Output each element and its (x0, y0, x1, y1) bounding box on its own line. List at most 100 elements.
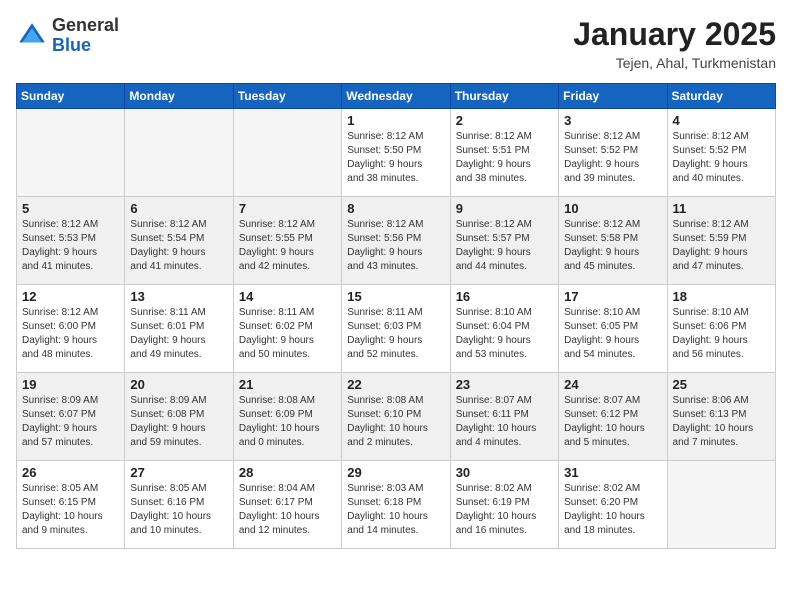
logo-icon (16, 20, 48, 52)
calendar-day-3: 3Sunrise: 8:12 AM Sunset: 5:52 PM Daylig… (559, 109, 667, 197)
calendar-day-20: 20Sunrise: 8:09 AM Sunset: 6:08 PM Dayli… (125, 373, 233, 461)
calendar-day-12: 12 Sunrise: 8:12 AM Sunset: 6:00 PM Dayli… (17, 285, 125, 373)
calendar-day-17: 17Sunrise: 8:10 AM Sunset: 6:05 PM Dayli… (559, 285, 667, 373)
day-info: Sunrise: 8:04 AM Sunset: 6:17 PM Dayligh… (239, 482, 336, 538)
day-number: 6 (130, 201, 227, 216)
day-number: 14 (239, 289, 336, 304)
logo-general: General (52, 15, 119, 35)
day-info: Sunrise: 8:03 AM Sunset: 6:18 PM Dayligh… (347, 482, 444, 538)
day-number: 1 (347, 113, 444, 128)
calendar-week-row: 19 Sunrise: 8:09 AM Sunset: 6:07 PM Dayli… (17, 373, 776, 461)
calendar-day-23: 23 Sunrise: 8:07 AM Sunset: 6:11 PM Dayli… (450, 373, 558, 461)
day-info: Sunrise: 8:12 AM Sunset: 6:00 PM Dayligh… (22, 306, 119, 362)
day-number: 25 (673, 377, 770, 392)
day-number: 28 (239, 465, 336, 480)
calendar-day-9: 9 Sunrise: 8:12 AM Sunset: 5:57 PM Daylig… (450, 197, 558, 285)
calendar-day-empty (17, 109, 125, 197)
day-number: 23 (456, 377, 553, 392)
day-info: Sunrise: 8:05 AM Sunset: 6:15 PM Dayligh… (22, 482, 119, 538)
logo-text: General Blue (52, 16, 119, 56)
day-info: Sunrise: 8:12 AM Sunset: 5:52 PM Dayligh… (673, 130, 770, 186)
day-info: Sunrise: 8:10 AM Sunset: 6:06 PM Dayligh… (673, 306, 770, 362)
calendar-day-19: 19 Sunrise: 8:09 AM Sunset: 6:07 PM Dayli… (17, 373, 125, 461)
day-info: Sunrise: 8:10 AM Sunset: 6:04 PM Dayligh… (456, 306, 553, 362)
calendar-day-5: 5 Sunrise: 8:12 AM Sunset: 5:53 PM Daylig… (17, 197, 125, 285)
calendar-day-2: 2 Sunrise: 8:12 AM Sunset: 5:51 PM Daylig… (450, 109, 558, 197)
calendar-day-27: 27 Sunrise: 8:05 AM Sunset: 6:16 PM Dayli… (125, 461, 233, 549)
day-number: 4 (673, 113, 770, 128)
weekday-header-row: SundayMondayTuesdayWednesdayThursdayFrid… (17, 84, 776, 109)
day-number: 30 (456, 465, 553, 480)
weekday-header-tuesday: Tuesday (233, 84, 341, 109)
calendar-day-25: 25Sunrise: 8:06 AM Sunset: 6:13 PM Dayli… (667, 373, 775, 461)
calendar-day-4: 4 Sunrise: 8:12 AM Sunset: 5:52 PM Daylig… (667, 109, 775, 197)
calendar-day-empty (667, 461, 775, 549)
day-info: Sunrise: 8:05 AM Sunset: 6:16 PM Dayligh… (130, 482, 227, 538)
day-info: Sunrise: 8:09 AM Sunset: 6:07 PM Dayligh… (22, 394, 119, 450)
day-info: Sunrise: 8:02 AM Sunset: 6:20 PM Dayligh… (564, 482, 661, 538)
day-info: Sunrise: 8:07 AM Sunset: 6:12 PM Dayligh… (564, 394, 661, 450)
calendar-day-24: 24 Sunrise: 8:07 AM Sunset: 6:12 PM Dayli… (559, 373, 667, 461)
day-number: 12 (22, 289, 119, 304)
day-number: 27 (130, 465, 227, 480)
weekday-header-sunday: Sunday (17, 84, 125, 109)
calendar-day-22: 22 Sunrise: 8:08 AM Sunset: 6:10 PM Dayli… (342, 373, 450, 461)
day-number: 9 (456, 201, 553, 216)
day-info: Sunrise: 8:12 AM Sunset: 5:59 PM Dayligh… (673, 218, 770, 274)
day-info: Sunrise: 8:11 AM Sunset: 6:02 PM Dayligh… (239, 306, 336, 362)
day-info: Sunrise: 8:12 AM Sunset: 5:50 PM Dayligh… (347, 130, 444, 186)
day-info: Sunrise: 8:11 AM Sunset: 6:01 PM Dayligh… (130, 306, 227, 362)
day-number: 7 (239, 201, 336, 216)
weekday-header-thursday: Thursday (450, 84, 558, 109)
day-number: 29 (347, 465, 444, 480)
day-info: Sunrise: 8:12 AM Sunset: 5:58 PM Dayligh… (564, 218, 661, 274)
day-number: 3 (564, 113, 661, 128)
calendar-day-empty (233, 109, 341, 197)
day-info: Sunrise: 8:02 AM Sunset: 6:19 PM Dayligh… (456, 482, 553, 538)
logo: General Blue (16, 16, 119, 56)
day-number: 10 (564, 201, 661, 216)
day-number: 15 (347, 289, 444, 304)
calendar-day-26: 26 Sunrise: 8:05 AM Sunset: 6:15 PM Dayli… (17, 461, 125, 549)
day-info: Sunrise: 8:12 AM Sunset: 5:51 PM Dayligh… (456, 130, 553, 186)
day-number: 18 (673, 289, 770, 304)
calendar-day-18: 18 Sunrise: 8:10 AM Sunset: 6:06 PM Dayli… (667, 285, 775, 373)
calendar-day-8: 8 Sunrise: 8:12 AM Sunset: 5:56 PM Daylig… (342, 197, 450, 285)
day-info: Sunrise: 8:12 AM Sunset: 5:57 PM Dayligh… (456, 218, 553, 274)
day-number: 26 (22, 465, 119, 480)
day-number: 24 (564, 377, 661, 392)
day-number: 11 (673, 201, 770, 216)
day-number: 16 (456, 289, 553, 304)
day-info: Sunrise: 8:12 AM Sunset: 5:53 PM Dayligh… (22, 218, 119, 274)
day-info: Sunrise: 8:12 AM Sunset: 5:55 PM Dayligh… (239, 218, 336, 274)
calendar-week-row: 12 Sunrise: 8:12 AM Sunset: 6:00 PM Dayli… (17, 285, 776, 373)
logo-blue: Blue (52, 35, 91, 55)
day-number: 31 (564, 465, 661, 480)
day-info: Sunrise: 8:07 AM Sunset: 6:11 PM Dayligh… (456, 394, 553, 450)
calendar-week-row: 1 Sunrise: 8:12 AM Sunset: 5:50 PM Daylig… (17, 109, 776, 197)
calendar-day-10: 10 Sunrise: 8:12 AM Sunset: 5:58 PM Dayli… (559, 197, 667, 285)
calendar-day-30: 30 Sunrise: 8:02 AM Sunset: 6:19 PM Dayli… (450, 461, 558, 549)
day-number: 2 (456, 113, 553, 128)
calendar-day-21: 21Sunrise: 8:08 AM Sunset: 6:09 PM Dayli… (233, 373, 341, 461)
weekday-header-wednesday: Wednesday (342, 84, 450, 109)
title-block: January 2025 Tejen, Ahal, Turkmenistan (573, 16, 776, 71)
day-number: 13 (130, 289, 227, 304)
day-number: 19 (22, 377, 119, 392)
day-number: 22 (347, 377, 444, 392)
calendar-day-7: 7 Sunrise: 8:12 AM Sunset: 5:55 PM Daylig… (233, 197, 341, 285)
weekday-header-monday: Monday (125, 84, 233, 109)
day-info: Sunrise: 8:08 AM Sunset: 6:10 PM Dayligh… (347, 394, 444, 450)
day-number: 8 (347, 201, 444, 216)
day-number: 21 (239, 377, 336, 392)
calendar-day-29: 29 Sunrise: 8:03 AM Sunset: 6:18 PM Dayli… (342, 461, 450, 549)
calendar-day-14: 14 Sunrise: 8:11 AM Sunset: 6:02 PM Dayli… (233, 285, 341, 373)
page-header: General Blue January 2025 Tejen, Ahal, T… (16, 16, 776, 71)
calendar-day-28: 28 Sunrise: 8:04 AM Sunset: 6:17 PM Dayli… (233, 461, 341, 549)
day-info: Sunrise: 8:12 AM Sunset: 5:56 PM Dayligh… (347, 218, 444, 274)
day-number: 20 (130, 377, 227, 392)
calendar-day-15: 15Sunrise: 8:11 AM Sunset: 6:03 PM Dayli… (342, 285, 450, 373)
day-number: 17 (564, 289, 661, 304)
day-number: 5 (22, 201, 119, 216)
calendar-day-empty (125, 109, 233, 197)
